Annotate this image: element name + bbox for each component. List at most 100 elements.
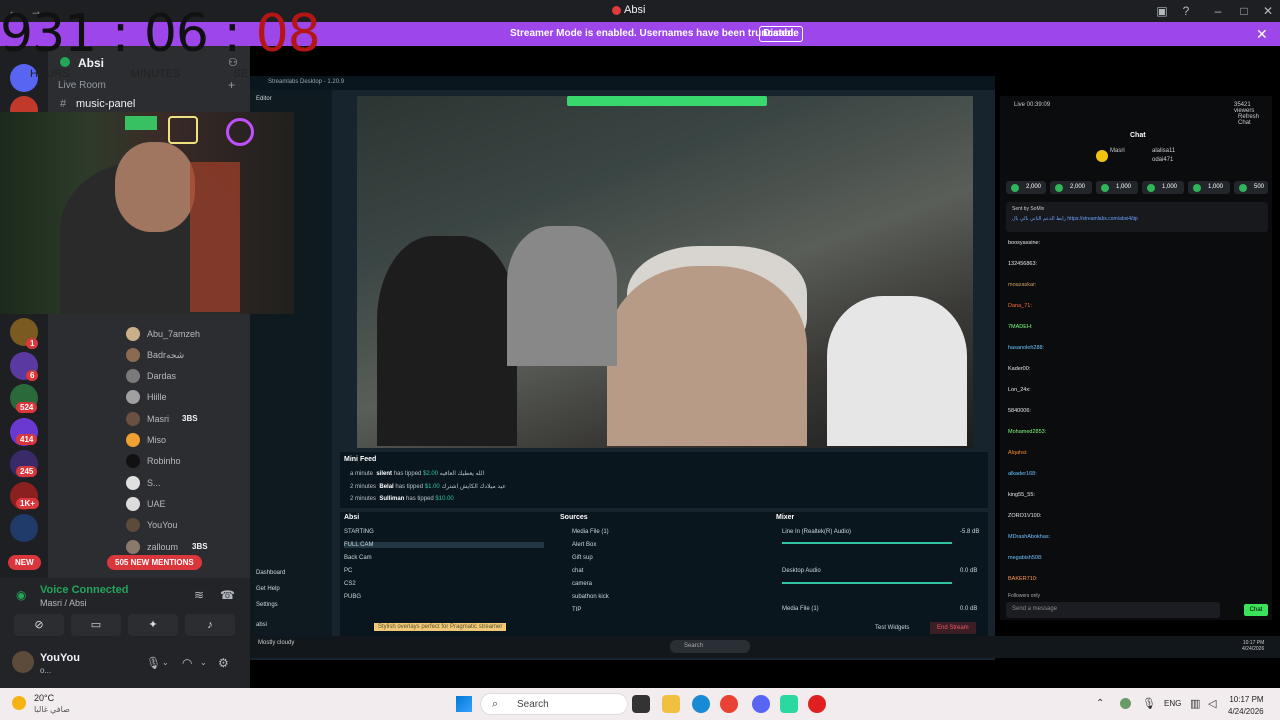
source-item[interactable]: subathon kick bbox=[572, 594, 609, 600]
edge-icon[interactable] bbox=[692, 695, 710, 713]
chat-send-button[interactable]: Chat bbox=[1244, 604, 1268, 616]
scene-item[interactable]: FULL CAM bbox=[344, 542, 544, 548]
dashboard-nav[interactable]: Dashboard bbox=[256, 570, 285, 576]
voice-channel[interactable]: Masri / Absi bbox=[40, 598, 87, 608]
chat-message-user[interactable]: MDrashAbokhas: bbox=[1008, 534, 1050, 540]
chat-message-user[interactable]: Alqahsi: bbox=[1008, 450, 1028, 456]
server-icon[interactable] bbox=[10, 514, 38, 542]
chrome-icon[interactable] bbox=[720, 695, 738, 713]
taskbar-clock[interactable]: 10:17 PM 4/24/2026 bbox=[1228, 694, 1264, 718]
chevron-down-icon[interactable]: ⌄ bbox=[162, 658, 169, 667]
close-icon[interactable]: ✕ bbox=[1260, 3, 1276, 19]
app-icon[interactable] bbox=[780, 695, 798, 713]
noise-suppression-icon[interactable]: ≋ bbox=[194, 588, 204, 602]
weather-icon[interactable] bbox=[12, 696, 26, 710]
promo-banner[interactable]: Stylish overlays perfect for Pragmatic s… bbox=[374, 623, 507, 631]
new-pill[interactable]: NEW bbox=[8, 555, 41, 570]
source-item[interactable]: chat bbox=[572, 568, 583, 574]
chat-message-user[interactable]: Mohamed2853: bbox=[1008, 429, 1046, 435]
chat-message-user[interactable]: boosyassine: bbox=[1008, 240, 1040, 246]
source-item[interactable]: camera bbox=[572, 581, 592, 587]
chevron-down-icon[interactable]: ⌄ bbox=[200, 658, 207, 667]
chat-message-user[interactable]: Kader00: bbox=[1008, 366, 1030, 372]
source-item[interactable]: TIP bbox=[572, 607, 581, 613]
chat-message-user[interactable]: megabish508: bbox=[1008, 555, 1043, 561]
scene-item[interactable]: PUBG bbox=[344, 594, 361, 600]
category-live-room[interactable]: Live Room bbox=[58, 80, 106, 91]
settings-gear-icon[interactable]: ⚙ bbox=[218, 656, 229, 670]
network-icon[interactable]: ▥ bbox=[1190, 697, 1200, 710]
test-widgets-button[interactable]: Test Widgets bbox=[875, 625, 909, 631]
pinned-text[interactable]: رابط الدعم الثاني بالي بال https://strea… bbox=[1012, 216, 1138, 222]
chat-message-user[interactable]: hasanoleh288: bbox=[1008, 345, 1044, 351]
chat-message-user[interactable]: BAKER710: bbox=[1008, 576, 1037, 582]
avatar[interactable] bbox=[12, 651, 34, 673]
help-icon[interactable]: ? bbox=[1178, 3, 1194, 19]
chat-message-user[interactable]: Lon_24x: bbox=[1008, 387, 1031, 393]
volume-slider[interactable] bbox=[782, 582, 952, 584]
volume-slider[interactable] bbox=[782, 542, 952, 544]
settings-nav[interactable]: Settings bbox=[256, 602, 278, 608]
add-channel-icon[interactable]: + bbox=[228, 78, 235, 92]
gift-chip[interactable]: 1,000 bbox=[1096, 181, 1138, 194]
tray-app-icon[interactable] bbox=[1120, 698, 1131, 709]
chevron-up-icon[interactable]: ⌃ bbox=[1096, 698, 1104, 709]
chat-input[interactable]: Send a message bbox=[1006, 602, 1220, 618]
disconnect-icon[interactable]: ☎ bbox=[220, 588, 235, 602]
streamlabs-icon[interactable] bbox=[808, 695, 826, 713]
taskbar-search[interactable]: Search bbox=[480, 693, 628, 715]
voice-status[interactable]: Voice Connected bbox=[40, 584, 128, 596]
banner-close-icon[interactable]: ✕ bbox=[1256, 26, 1268, 43]
chat-message-user[interactable]: ZORO1V100: bbox=[1008, 513, 1041, 519]
source-item[interactable]: Gift sup bbox=[572, 555, 593, 561]
activities-button[interactable]: ✦ bbox=[128, 614, 178, 636]
chat-message-user[interactable]: 5840006: bbox=[1008, 408, 1031, 414]
refresh-chat-button[interactable]: Refresh Chat bbox=[1238, 114, 1272, 126]
gift-chip[interactable]: 1,000 bbox=[1188, 181, 1230, 194]
headphones-icon[interactable]: ◠ bbox=[182, 656, 192, 670]
gift-chip[interactable]: 1,000 bbox=[1142, 181, 1184, 194]
channel-music-panel[interactable]: music-panel bbox=[76, 98, 135, 110]
signal-icon[interactable]: ◉ bbox=[16, 588, 26, 602]
file-explorer-icon[interactable] bbox=[662, 695, 680, 713]
chat-message-user[interactable]: 132456863: bbox=[1008, 261, 1037, 267]
windows-start-icon[interactable] bbox=[456, 696, 472, 712]
gift-chip[interactable]: 500 bbox=[1234, 181, 1268, 194]
gift-chip[interactable]: 2,000 bbox=[1050, 181, 1092, 194]
get-help-nav[interactable]: Get Help bbox=[256, 586, 280, 592]
temperature[interactable]: 20°C bbox=[34, 693, 54, 703]
scene-item[interactable]: PC bbox=[344, 568, 352, 574]
new-mentions-pill[interactable]: 505 NEW MENTIONS bbox=[107, 555, 202, 570]
task-view-icon[interactable] bbox=[632, 695, 650, 713]
end-stream-button[interactable]: End Stream bbox=[930, 622, 976, 634]
editor-nav[interactable]: Editor bbox=[256, 96, 272, 102]
volume-icon[interactable]: ◁ bbox=[1208, 697, 1216, 710]
chat-tab[interactable]: Chat bbox=[1130, 132, 1146, 139]
chat-message-user[interactable]: moazaskar: bbox=[1008, 282, 1036, 288]
scene-item[interactable]: CS2 bbox=[344, 581, 356, 587]
chat-message-user[interactable]: alkader168: bbox=[1008, 471, 1037, 477]
scene-item[interactable]: Back Cam bbox=[344, 555, 372, 561]
account-nav[interactable]: absi bbox=[256, 622, 267, 628]
chat-message-user[interactable]: 7MADEH: bbox=[1008, 324, 1032, 330]
scene-item[interactable]: STARTING bbox=[344, 529, 374, 535]
minimize-icon[interactable]: – bbox=[1210, 3, 1226, 19]
microphone-icon[interactable]: 🎙 bbox=[146, 656, 161, 670]
maximize-icon[interactable]: □ bbox=[1236, 3, 1252, 19]
chat-message-user[interactable]: king55_55: bbox=[1008, 492, 1035, 498]
inbox-icon[interactable]: ▣ bbox=[1154, 3, 1170, 19]
soundboard-button[interactable]: ♪ bbox=[185, 614, 235, 636]
discord-icon[interactable] bbox=[752, 695, 770, 713]
source-item[interactable]: Alert Box bbox=[572, 542, 596, 548]
username[interactable]: YouYou bbox=[40, 652, 80, 664]
source-item[interactable]: Media File (1) bbox=[572, 529, 609, 535]
gift-chip[interactable]: 2,000 bbox=[1006, 181, 1046, 194]
weather-condition[interactable]: صافي غالبا bbox=[34, 705, 70, 714]
camera-off-button[interactable]: ⊘ bbox=[14, 614, 64, 636]
disable-streamer-mode-button[interactable]: Disable bbox=[759, 26, 803, 42]
chat-message-user[interactable]: Dana_71: bbox=[1008, 303, 1032, 309]
language-indicator[interactable]: ENG bbox=[1164, 699, 1181, 708]
microphone-icon[interactable]: 🎙 bbox=[1142, 697, 1156, 710]
unread-badge: 414 bbox=[16, 434, 38, 445]
screen-share-button[interactable]: ▭ bbox=[71, 614, 121, 636]
